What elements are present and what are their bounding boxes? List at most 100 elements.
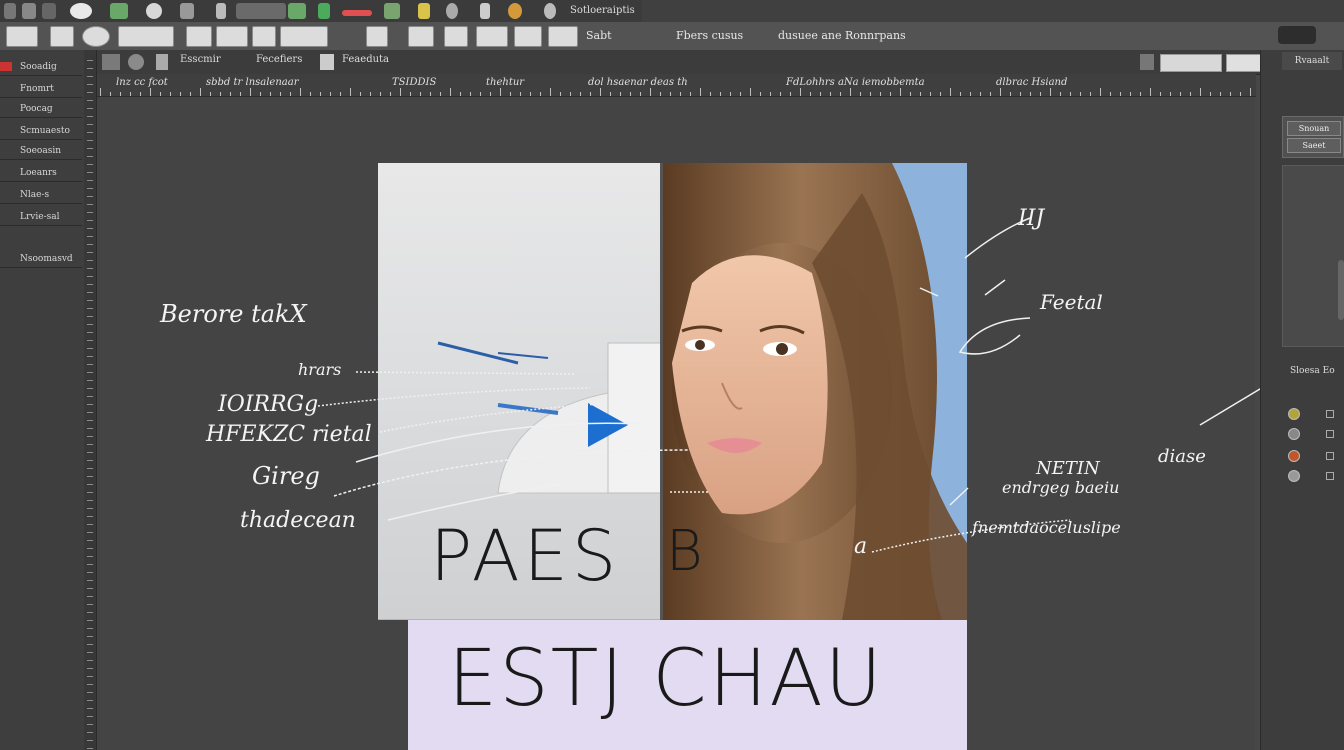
zoom-slider[interactable] — [1160, 54, 1222, 72]
menu-icon-3[interactable] — [42, 3, 56, 19]
ruler-label-3: TSIDDIS — [392, 77, 437, 88]
tab-2[interactable]: Fecefiers — [256, 54, 302, 70]
ruler-tick — [87, 148, 93, 149]
option-button-5[interactable] — [216, 26, 248, 47]
ruler-tick — [87, 308, 93, 309]
option-button-2[interactable] — [82, 26, 110, 47]
left-panel-row[interactable]: Nsoomasvd — [0, 250, 82, 268]
ruler-tick — [450, 88, 451, 96]
ruler-tick — [730, 92, 731, 96]
tab-1[interactable]: Esscmir — [180, 54, 221, 70]
left-panel-row[interactable]: Nlae-s — [0, 186, 82, 204]
option-button-9[interactable] — [408, 26, 434, 47]
tab-3[interactable]: Feaeduta — [342, 54, 389, 70]
drop-icon[interactable] — [446, 3, 458, 19]
menu-icon-1[interactable] — [4, 3, 16, 19]
green-swatch[interactable] — [288, 3, 306, 19]
option-button-11[interactable] — [476, 26, 508, 47]
note-fnemtdao: fnemtdaoceluslipe — [972, 518, 1121, 537]
ruler-tick — [87, 668, 93, 669]
ruler-tick — [590, 92, 591, 96]
right-panel-scrollbar[interactable] — [1338, 260, 1344, 320]
orange-icon[interactable] — [508, 3, 522, 19]
option-button-13[interactable] — [548, 26, 578, 47]
yellow-icon[interactable] — [418, 3, 430, 19]
workspace-switcher[interactable] — [1278, 26, 1316, 44]
ruler-tick — [87, 164, 93, 165]
left-panel-row[interactable]: Soeoasin — [0, 142, 82, 160]
top-ruler: lnz cc fcot sbbd tr lnsalenaar TSIDDIS t… — [96, 74, 1256, 97]
ruler-tick — [87, 460, 93, 461]
ruler-tick — [810, 92, 811, 96]
ruler-tick — [370, 92, 371, 96]
option-button-8[interactable] — [366, 26, 388, 47]
eye-icon[interactable] — [1288, 450, 1300, 462]
left-panel-row[interactable]: Loeanrs — [0, 164, 82, 182]
ruler-tick — [310, 92, 311, 96]
menu-icon-5[interactable] — [180, 3, 194, 19]
note-netin: NETIN — [1036, 458, 1100, 479]
ruler-tick — [480, 92, 481, 96]
tool-preset-button[interactable] — [6, 26, 38, 47]
ruler-tick — [700, 88, 701, 96]
ruler-tick — [87, 252, 93, 253]
ruler-label-5: dol hsaenar deas th — [588, 77, 688, 88]
eye-icon[interactable] — [1288, 428, 1300, 440]
left-panel-row[interactable]: Fnomrt — [0, 80, 82, 98]
ruler-tick — [87, 564, 93, 565]
ruler-tick — [87, 596, 93, 597]
ruler-tick — [600, 88, 601, 96]
option-button-12[interactable] — [514, 26, 542, 47]
ruler-tick — [1020, 92, 1021, 96]
search-icon[interactable] — [544, 3, 556, 19]
ruler-tick — [87, 524, 93, 525]
lock-icon[interactable] — [480, 3, 490, 19]
leaf-icon[interactable] — [384, 3, 400, 19]
option-button-6[interactable] — [252, 26, 276, 47]
ruler-tick — [87, 452, 93, 453]
ruler-tick — [940, 92, 941, 96]
ruler-tick — [87, 708, 93, 709]
globe-icon[interactable] — [146, 3, 162, 19]
tab-icon-2[interactable] — [128, 54, 144, 70]
layer-checkbox[interactable] — [1326, 430, 1334, 438]
ruler-tick — [87, 748, 93, 749]
menu-icon-6[interactable] — [216, 3, 226, 19]
left-panel-row[interactable]: Sooadig — [0, 58, 82, 76]
option-button-4[interactable] — [186, 26, 212, 47]
red-bar-icon[interactable] — [342, 10, 372, 16]
left-panel-row[interactable]: Lrvie-sal — [0, 208, 82, 226]
eye-icon[interactable] — [1288, 408, 1300, 420]
zoom-field[interactable] — [1140, 54, 1154, 70]
ruler-tick — [1000, 88, 1001, 96]
layer-checkbox[interactable] — [1326, 472, 1334, 480]
option-button-7[interactable] — [280, 26, 328, 47]
tab-icon-1[interactable] — [102, 54, 120, 70]
menu-icon-2[interactable] — [22, 3, 36, 19]
option-button-3[interactable] — [118, 26, 174, 47]
bottom-caption: ESTJ CHAU — [448, 634, 884, 724]
tab-icon-3[interactable] — [156, 54, 168, 70]
menu-icon-7[interactable] — [236, 3, 286, 19]
left-panel-row[interactable]: Poocag — [0, 100, 82, 118]
ruler-tick — [1010, 92, 1011, 96]
layer-checkbox[interactable] — [1326, 410, 1334, 418]
option-button-10[interactable] — [444, 26, 468, 47]
record-icon[interactable] — [70, 3, 92, 19]
tab-icon-4[interactable] — [320, 54, 334, 70]
option-button-1[interactable] — [50, 26, 74, 47]
ruler-tick — [720, 92, 721, 96]
ruler-tick — [87, 68, 93, 69]
left-panel-row[interactable]: Scmuaesto — [0, 122, 82, 140]
before-after-divider[interactable] — [660, 163, 663, 620]
eye-icon[interactable] — [1288, 470, 1300, 482]
ruler-tick — [620, 92, 621, 96]
ruler-tick — [710, 92, 711, 96]
right-panel-button-1[interactable]: Snouan — [1287, 121, 1341, 136]
layer-checkbox[interactable] — [1326, 452, 1334, 460]
green-square-icon[interactable] — [318, 3, 330, 19]
ruler-tick — [280, 92, 281, 96]
right-panel-header[interactable]: Rvaaalt — [1282, 52, 1342, 70]
right-panel-button-2[interactable]: Saeet — [1287, 138, 1341, 153]
menu-icon-4[interactable] — [110, 3, 128, 19]
